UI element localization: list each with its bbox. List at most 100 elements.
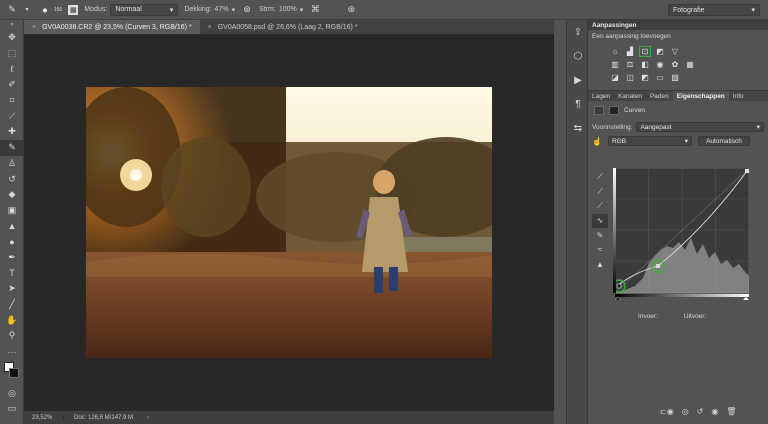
options-bar: ✎ ▾ ● 150 ▦ Modus: Normaal ▾ Dekking: 47… [0, 0, 768, 20]
more-icon[interactable]: ··· [0, 344, 24, 360]
invert-icon[interactable]: ◪ [610, 73, 620, 82]
history-brush-icon[interactable]: ↺ [0, 171, 24, 187]
exposure-icon[interactable]: ◩ [655, 47, 665, 56]
channel-dropdown[interactable]: RGB ▾ [607, 136, 692, 146]
photo-filter-icon[interactable]: ◉ [655, 60, 665, 69]
reset-icon[interactable]: ↺ [697, 407, 704, 416]
move-icon[interactable]: ✥ [0, 30, 24, 46]
curves-graph[interactable] [612, 167, 750, 301]
view-previous-icon[interactable]: ◎ [682, 407, 689, 416]
paragraph-panel-icon[interactable]: ¶ [567, 92, 589, 116]
tab-paths[interactable]: Paden [646, 91, 673, 101]
brush-tool-preset[interactable]: ✎ ▾ [6, 4, 33, 16]
close-icon[interactable]: × [32, 24, 36, 31]
blur-icon[interactable]: ▲ [0, 218, 24, 234]
tab-info[interactable]: Info [729, 91, 748, 101]
brightness-icon[interactable]: ☼ [610, 47, 620, 56]
brush-icon[interactable]: ✎ [0, 139, 24, 156]
threshold-icon[interactable]: ◩ [640, 73, 650, 82]
properties-panel-icon[interactable]: ⇆ [567, 116, 589, 140]
3d-panel-icon[interactable]: ⬡ [567, 44, 589, 68]
preset-dropdown[interactable]: Aangepast ▾ [636, 122, 764, 132]
smooth-curve-icon[interactable]: ≈ [592, 243, 608, 258]
type-icon[interactable]: T [0, 265, 24, 281]
zoom-icon[interactable]: ⚲ [0, 328, 24, 344]
brush-settings-toggle[interactable]: ▦ [68, 4, 79, 15]
hue-saturation-icon[interactable]: ▥ [610, 60, 620, 69]
curve-point-highlights [745, 169, 749, 173]
flow-control: Strm: 100% ▾ [259, 6, 303, 14]
quick-mask-icon[interactable]: ◎ [0, 385, 24, 401]
workspace-dropdown[interactable]: Fotografie ▾ [668, 4, 760, 16]
auto-button[interactable]: Automatisch [697, 136, 750, 146]
collapse-toolbar-icon[interactable]: » [0, 20, 24, 30]
clipping-warning-icon[interactable]: ▲ [592, 257, 608, 272]
document-image[interactable] [86, 87, 492, 358]
chevron-down-icon[interactable]: ▾ [300, 6, 304, 14]
delete-icon[interactable]: 🗑 [726, 407, 736, 416]
opacity-label: Dekking: [184, 6, 212, 13]
marquee-icon[interactable]: ⬚ [0, 46, 24, 62]
document-tabs: × GV0A0038.CR2 @ 23,5% (Curven 3, RGB/16… [24, 20, 564, 34]
pressure-size-toggle[interactable]: ⊛ [345, 4, 357, 16]
gray-point-eyedropper-icon[interactable]: ⟋ [592, 185, 608, 200]
doc-tab[interactable]: × GV0A0038.CR2 @ 23,5% (Curven 3, RGB/16… [24, 20, 200, 34]
draw-curve-icon[interactable]: ✎ [592, 228, 608, 243]
tab-properties[interactable]: Eigenschappen [672, 91, 729, 101]
dodge-icon[interactable]: ● [0, 234, 24, 250]
selective-color-icon[interactable]: ▨ [670, 73, 680, 82]
flow-value[interactable]: 100% [279, 6, 297, 13]
color-balance-icon[interactable]: ⚖ [625, 60, 635, 69]
on-image-adjust-icon[interactable]: ☝ [592, 137, 602, 146]
airbrush-icon: ⌘ [310, 4, 320, 14]
color-swatches[interactable] [0, 359, 24, 385]
black-white-icon[interactable]: ◧ [640, 60, 650, 69]
pressure-opacity-toggle[interactable]: ⊛ [241, 4, 253, 16]
opacity-value[interactable]: 47% [215, 6, 229, 13]
hand-icon[interactable]: ✋ [0, 312, 24, 328]
mask-icon[interactable] [609, 106, 619, 115]
tab-channels[interactable]: Kanalen [614, 91, 646, 101]
vibrance-icon[interactable]: ▽ [670, 47, 680, 56]
black-point-eyedropper-icon[interactable]: ⟋ [592, 170, 608, 185]
status-menu-arrow[interactable]: › [147, 415, 149, 421]
posterize-icon[interactable]: ◫ [625, 73, 635, 82]
clip-to-layer-icon[interactable]: ⊏◉ [660, 407, 674, 416]
color-lookup-icon[interactable]: ▦ [685, 60, 695, 69]
airbrush-toggle[interactable]: ⌘ [309, 4, 321, 16]
channel-mixer-icon[interactable]: ✿ [670, 60, 680, 69]
stamp-icon[interactable]: ♙ [0, 156, 24, 172]
gradient-map-icon[interactable]: ▭ [655, 73, 665, 82]
white-point-eyedropper-icon[interactable]: ⟋ [592, 199, 608, 214]
adjustments-header[interactable]: Aanpassingen [588, 20, 768, 30]
background-color[interactable] [9, 368, 19, 379]
chevron-down-icon[interactable]: ▾ [232, 6, 236, 14]
pen-icon[interactable]: ✒ [0, 250, 24, 266]
brush-size-picker[interactable]: ● 150 [39, 4, 62, 16]
quick-select-icon[interactable]: ✐ [0, 77, 24, 93]
gradient-icon[interactable]: ▣ [0, 203, 24, 219]
line-icon[interactable]: ╱ [0, 297, 24, 313]
crop-icon[interactable]: ⌗ [0, 93, 24, 109]
edit-points-icon[interactable]: ∿ [592, 213, 608, 228]
canvas-area[interactable] [24, 34, 554, 411]
eraser-icon[interactable]: ◆ [0, 187, 24, 203]
eyedropper-icon[interactable]: ⟋ [0, 108, 24, 124]
screen-mode-icon[interactable]: ▭ [0, 401, 24, 417]
close-icon[interactable]: × [208, 24, 212, 31]
curves-icon[interactable]: ⊡ [639, 46, 651, 57]
visibility-icon[interactable]: ◉ [711, 407, 718, 416]
zoom-level[interactable]: 23,52% [24, 414, 64, 421]
channel-value: RGB [611, 137, 627, 145]
history-panel-icon[interactable]: ⇪ [567, 20, 589, 44]
levels-icon[interactable]: ▟ [625, 47, 635, 56]
healing-icon[interactable]: ✚ [0, 124, 24, 140]
tools-panel: » ✥ ⬚ ℓ ✐ ⌗ ⟋ ✚ ✎ ♙ ↺ ◆ ▣ ▲ ● ✒ T ➤ ╱ ✋ … [0, 20, 24, 424]
mode-dropdown[interactable]: Normaal ▾ [110, 3, 179, 16]
actions-panel-icon[interactable]: ▶ [567, 68, 589, 92]
mode-control: Modus: Normaal ▾ [84, 3, 179, 16]
tab-layers[interactable]: Lagen [588, 91, 614, 101]
path-select-icon[interactable]: ➤ [0, 281, 24, 297]
lasso-icon[interactable]: ℓ [0, 61, 24, 77]
doc-tab[interactable]: × GV0A0058.psd @ 26,6% (Laag 2, RGB/16) … [200, 20, 366, 34]
